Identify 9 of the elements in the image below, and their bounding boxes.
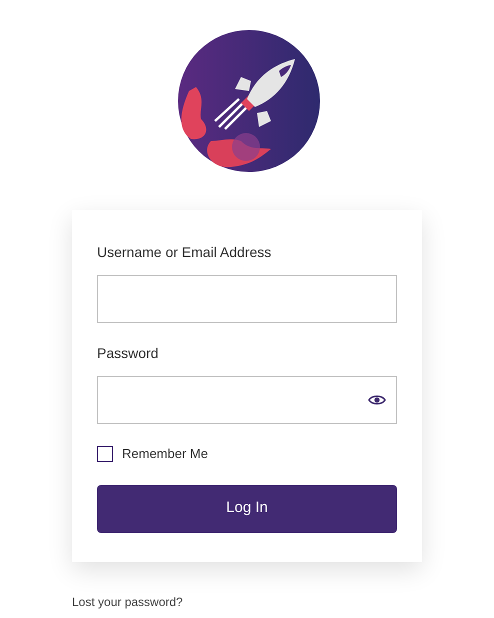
password-field[interactable] [97, 376, 397, 424]
username-label: Username or Email Address [97, 243, 272, 262]
lost-password-link[interactable]: Lost your password? [72, 594, 183, 608]
password-label: Password [97, 344, 160, 363]
eye-icon[interactable] [368, 394, 386, 406]
login-button[interactable]: Log In [97, 484, 397, 532]
remember-label: Remember Me [122, 445, 208, 463]
username-field[interactable] [97, 275, 397, 323]
remember-checkbox[interactable] [97, 446, 113, 462]
